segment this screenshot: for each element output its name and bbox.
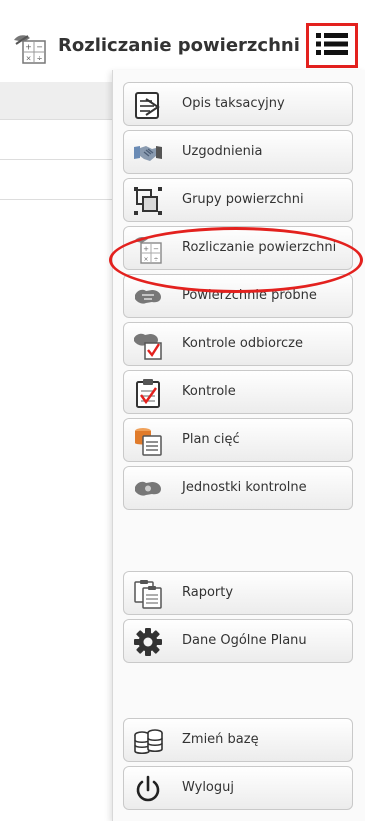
menu-item-grupy-powierzchni[interactable]: Grupy powierzchni	[123, 178, 353, 222]
handshake-icon	[132, 137, 164, 169]
table-row[interactable]	[0, 120, 112, 160]
menu-item-label: Kontrole odbiorcze	[182, 336, 303, 351]
group-selection-icon	[132, 185, 164, 217]
calculator-icon: + − × ÷	[132, 233, 164, 265]
svg-text:×: ×	[143, 256, 148, 263]
menu-item-raporty[interactable]: Raporty	[123, 571, 353, 615]
menu-item-kontrole[interactable]: Kontrole	[123, 370, 353, 414]
menu-item-jednostki-kontrolne[interactable]: Jednostki kontrolne	[123, 466, 353, 510]
hamburger-list-icon	[315, 32, 349, 60]
menu-item-label: Plan cięć	[182, 432, 240, 447]
main-menu-dropdown: Opis taksacyjny Uzgodnienia Grupy powier…	[112, 70, 365, 821]
menu-item-label: Powierzchnie próbne	[182, 288, 317, 303]
menu-item-label: Wyloguj	[182, 780, 234, 795]
svg-text:−: −	[36, 43, 43, 52]
acceptance-check-icon	[132, 329, 164, 361]
svg-text:×: ×	[26, 55, 32, 63]
menu-item-zmien-baze[interactable]: Zmień bazę	[123, 718, 353, 762]
log-document-icon	[132, 425, 164, 457]
reports-icon	[132, 578, 164, 610]
menu-item-label: Rozliczanie powierzchni	[182, 240, 337, 255]
menu-item-label: Uzgodnienia	[182, 144, 263, 159]
clipboard-check-icon	[132, 377, 164, 409]
menu-item-label: Zmień bazę	[182, 732, 259, 747]
menu-item-label: Grupy powierzchni	[182, 192, 304, 207]
menu-item-opis-taksacyjny[interactable]: Opis taksacyjny	[123, 82, 353, 126]
app-root: + − × ÷ Rozliczanie powierzchni Opis tak…	[0, 0, 365, 821]
table-header	[0, 82, 112, 120]
menu-item-label: Kontrole	[182, 384, 236, 399]
menu-item-wyloguj[interactable]: Wyloguj	[123, 766, 353, 810]
clipboard-pencil-icon	[132, 89, 164, 121]
menu-toggle-button[interactable]	[306, 23, 358, 68]
svg-text:+: +	[143, 245, 149, 253]
page-title: Rozliczanie powierzchni	[58, 35, 300, 56]
sample-plot-icon	[132, 281, 164, 313]
menu-item-rozliczanie-powierzchni[interactable]: + − × ÷ Rozliczanie powierzchni	[123, 226, 353, 270]
menu-item-plan-ciec[interactable]: Plan cięć	[123, 418, 353, 462]
menu-item-label: Jednostki kontrolne	[182, 480, 307, 495]
power-icon	[132, 773, 164, 805]
svg-text:−: −	[153, 245, 159, 253]
menu-item-label: Raporty	[182, 585, 234, 600]
menu-item-powierzchnie-probne[interactable]: Powierzchnie próbne	[123, 274, 353, 318]
svg-text:÷: ÷	[153, 256, 158, 263]
menu-item-label: Dane Ogólne Planu	[182, 633, 307, 648]
calculator-icon: + − × ÷	[12, 30, 48, 66]
control-unit-icon	[132, 473, 164, 505]
menu-item-uzgodnienia[interactable]: Uzgodnienia	[123, 130, 353, 174]
menu-item-label: Opis taksacyjny	[182, 96, 285, 111]
menu-item-kontrole-odbiorcze[interactable]: Kontrole odbiorcze	[123, 322, 353, 366]
menu-item-dane-ogolne-planu[interactable]: Dane Ogólne Planu	[123, 619, 353, 663]
background-table	[0, 82, 112, 238]
svg-text:+: +	[25, 43, 32, 52]
svg-text:÷: ÷	[37, 55, 43, 63]
database-switch-icon	[132, 725, 164, 757]
table-row[interactable]	[0, 160, 112, 200]
gear-icon	[132, 626, 164, 658]
